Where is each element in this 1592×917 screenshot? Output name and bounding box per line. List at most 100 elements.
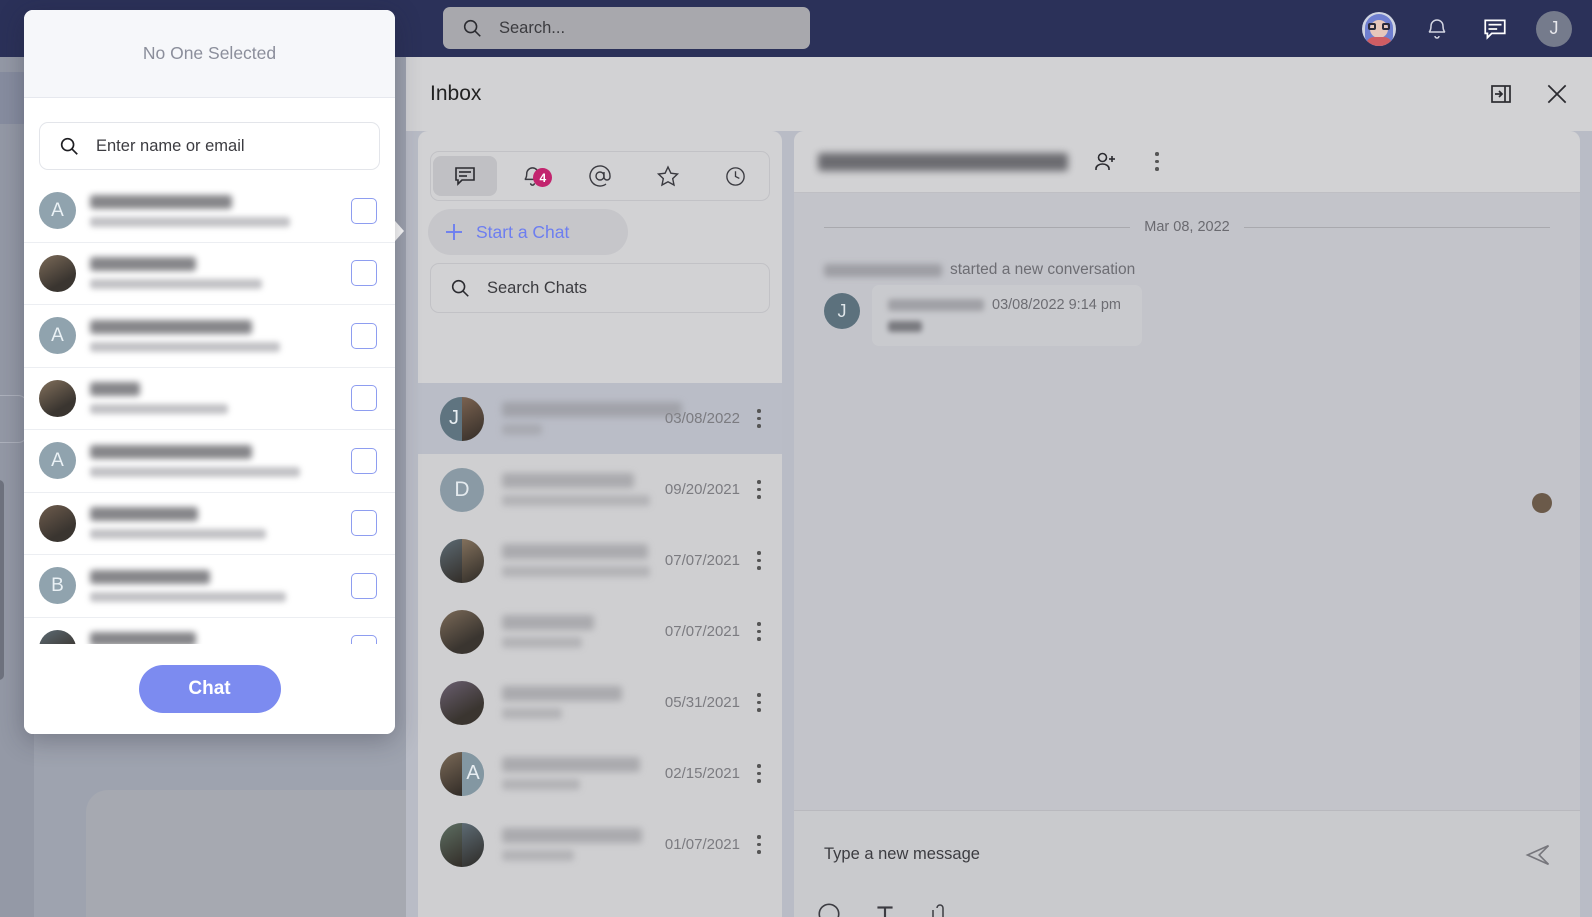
chat-avatar	[440, 609, 484, 654]
chat-item-more-icon[interactable]	[746, 480, 772, 499]
message-input-placeholder[interactable]: Type a new message	[824, 845, 980, 864]
people-search-input[interactable]: Enter name or email	[39, 122, 380, 170]
redacted-person-email	[90, 279, 262, 290]
tab-notifications[interactable]: 4	[501, 156, 565, 196]
chat-item-meta	[502, 473, 665, 506]
start-a-chat-button[interactable]: Start a Chat	[428, 209, 628, 255]
chat-item-more-icon[interactable]	[746, 622, 772, 641]
modal-scrollbar[interactable]	[0, 480, 4, 680]
person-avatar: A	[39, 317, 76, 355]
chat-avatar	[440, 822, 484, 867]
tab-mentions[interactable]	[568, 156, 632, 196]
inbox-header-actions	[1486, 79, 1572, 109]
person-info	[90, 507, 351, 540]
user-avatar-icon[interactable]	[1362, 11, 1396, 46]
redacted-chat-name	[502, 473, 634, 488]
redacted-chat-name	[502, 757, 640, 772]
person-avatar: A	[39, 192, 76, 230]
chat-item-date: 07/07/2021	[664, 623, 740, 640]
search-chats-input[interactable]: Search Chats	[430, 263, 770, 313]
chat-list[interactable]: J 03/08/2022 D 09/20/2021 07/07/2021 07/07/20…	[418, 383, 782, 917]
people-list[interactable]: A A A B	[24, 180, 395, 644]
app-root: Inbox 4 Start a Chat Search Chats J 03/0…	[0, 0, 1592, 917]
person-list-item[interactable]	[24, 493, 395, 555]
conversation-header	[794, 131, 1580, 193]
bell-icon[interactable]	[1420, 12, 1454, 46]
text-format-icon[interactable]	[872, 901, 898, 917]
close-icon[interactable]	[1542, 79, 1572, 109]
chat-confirm-button[interactable]: Chat	[138, 665, 281, 713]
modal-title: No One Selected	[142, 43, 277, 63]
chat-item-meta	[502, 757, 665, 790]
redacted-person-name	[824, 263, 942, 277]
person-list-item[interactable]: B	[24, 555, 395, 618]
redacted-chat-preview	[502, 708, 562, 719]
redacted-person-name	[90, 319, 252, 334]
person-list-item[interactable]	[24, 243, 395, 305]
person-list-item[interactable]	[24, 368, 395, 430]
redacted-chat-preview	[502, 779, 580, 790]
chat-list-item[interactable]: 01/07/2021	[418, 809, 782, 880]
date-separator: Mar 08, 2022	[824, 219, 1551, 235]
person-list-item[interactable]	[24, 618, 395, 644]
chat-item-more-icon[interactable]	[746, 693, 772, 712]
chat-item-meta	[502, 828, 665, 861]
chat-item-more-icon[interactable]	[746, 409, 772, 428]
profile-avatar[interactable]: J	[1536, 10, 1572, 47]
person-avatar: B	[39, 567, 76, 605]
chat-list-item[interactable]: D 09/20/2021	[418, 454, 782, 525]
person-select-checkbox[interactable]	[351, 510, 377, 537]
person-select-checkbox[interactable]	[351, 447, 377, 474]
inbox-panel: Inbox 4 Start a Chat Search Chats J 03/0…	[406, 57, 1592, 917]
person-info	[90, 319, 351, 352]
expand-panel-icon[interactable]	[1486, 79, 1516, 109]
chat-item-more-icon[interactable]	[746, 835, 772, 854]
date-separator-line-right	[1243, 226, 1551, 228]
more-options-icon[interactable]	[1142, 147, 1172, 177]
person-select-checkbox[interactable]	[351, 260, 377, 287]
person-select-checkbox[interactable]	[351, 385, 377, 412]
start-a-chat-label: Start a Chat	[476, 221, 570, 242]
chat-item-more-icon[interactable]	[746, 551, 772, 570]
tab-starred[interactable]	[636, 156, 700, 196]
send-icon[interactable]	[1524, 841, 1552, 869]
read-receipt-avatar	[1532, 493, 1552, 513]
chat-list-item[interactable]: 07/07/2021	[418, 596, 782, 667]
chat-item-date: 07/07/2021	[664, 552, 740, 569]
emoji-icon[interactable]	[816, 901, 842, 917]
tab-recent[interactable]	[703, 156, 767, 196]
top-bar-icons: J	[1362, 0, 1572, 57]
global-search-placeholder: Search...	[499, 18, 566, 37]
chat-list-item[interactable]: A 02/15/2021	[418, 738, 782, 809]
person-select-checkbox[interactable]	[351, 635, 377, 644]
redacted-person-name	[90, 569, 210, 584]
redacted-chat-name	[502, 402, 682, 417]
person-list-item[interactable]: A	[24, 180, 395, 243]
redacted-person-name	[90, 632, 196, 644]
chat-list-item[interactable]: J 03/08/2022	[418, 383, 782, 454]
person-select-checkbox[interactable]	[351, 322, 377, 349]
redacted-chat-name	[502, 615, 594, 630]
global-search-input[interactable]: Search...	[443, 7, 810, 49]
redacted-chat-preview	[502, 566, 650, 577]
chat-list-item[interactable]: 07/07/2021	[418, 525, 782, 596]
attachment-icon[interactable]	[928, 901, 952, 917]
plus-icon	[446, 224, 462, 240]
chat-item-more-icon[interactable]	[746, 764, 772, 783]
person-list-item[interactable]: A	[24, 305, 395, 368]
redacted-chat-preview	[502, 495, 650, 506]
conversation-column: Mar 08, 2022 started a new conversation …	[794, 131, 1580, 917]
person-select-checkbox[interactable]	[351, 572, 377, 599]
redacted-chat-preview	[502, 850, 574, 861]
person-info	[90, 569, 351, 602]
new-chat-modal: No One Selected Enter name or email A A A B…	[24, 10, 395, 734]
person-select-checkbox[interactable]	[351, 197, 377, 224]
redacted-person-email	[90, 216, 290, 227]
chat-list-item[interactable]: 05/31/2021	[418, 667, 782, 738]
person-list-item[interactable]: A	[24, 430, 395, 493]
chat-bubble-icon[interactable]	[1478, 12, 1512, 46]
tab-chats[interactable]	[433, 156, 497, 196]
add-person-icon[interactable]	[1090, 147, 1120, 177]
redacted-person-name	[90, 382, 140, 397]
search-icon	[463, 19, 481, 37]
